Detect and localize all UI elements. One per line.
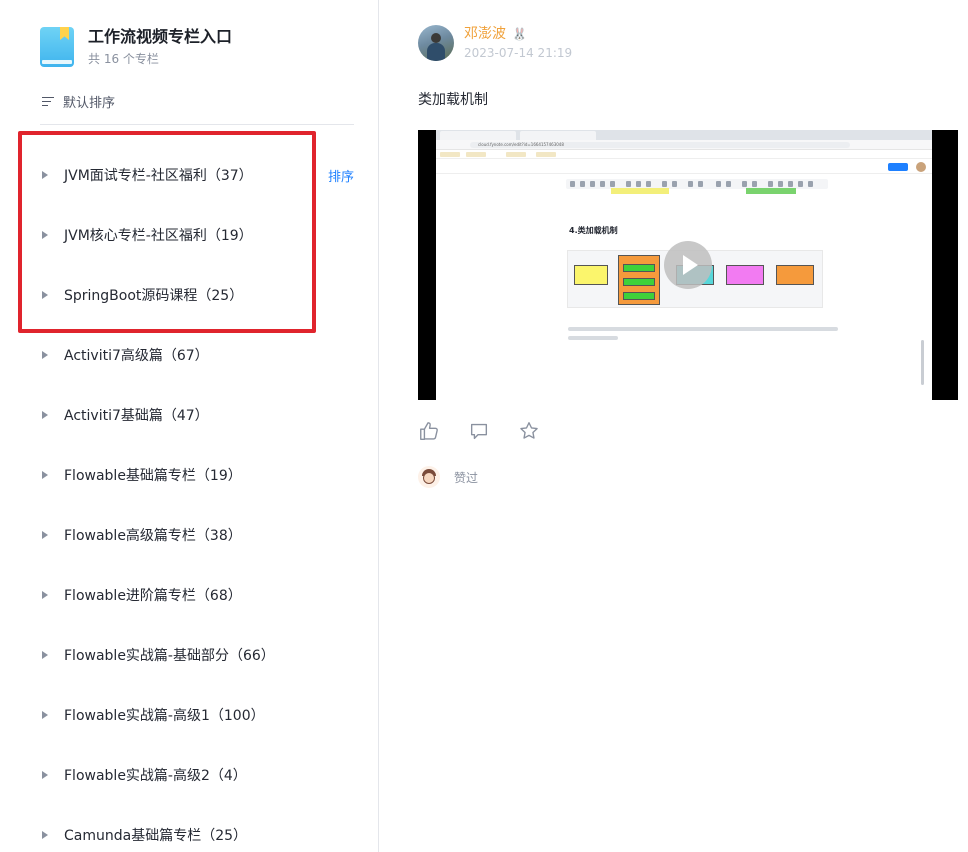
caret-right-icon	[42, 171, 48, 179]
video-url: cloud.fynote.com/edit?id=1664157463048	[470, 142, 850, 148]
series-item-label: Flowable实战篇-高级1（100）	[64, 708, 265, 724]
caret-right-icon	[42, 231, 48, 239]
series-item[interactable]: Camunda基础篇专栏（25）	[0, 805, 379, 852]
book-icon	[40, 27, 76, 67]
author-row: 邓澎波 🐰 2023-07-14 21:19	[418, 24, 958, 62]
divider	[40, 124, 354, 125]
comment-icon[interactable]	[468, 420, 490, 442]
series-item-label: SpringBoot源码课程（25）	[64, 288, 244, 304]
series-list: JVM面试专栏-社区福利（37） JVM核心专栏-社区福利（19） Spring…	[0, 145, 379, 852]
sort-label: 默认排序	[63, 96, 116, 111]
series-item[interactable]: JVM面试专栏-社区福利（37）	[0, 145, 379, 205]
series-item[interactable]: Activiti7高级篇（67）	[0, 325, 379, 385]
caret-right-icon	[42, 591, 48, 599]
video-heading: 4.类加载机制	[569, 226, 618, 235]
collection-count: 共 16 个专栏	[88, 52, 159, 66]
bunny-icon: 🐰	[512, 27, 527, 41]
caret-right-icon	[42, 531, 48, 539]
caret-right-icon	[42, 351, 48, 359]
series-item-label: Flowable进阶篇专栏（68）	[64, 588, 242, 604]
caret-right-icon	[42, 711, 48, 719]
post-actions	[418, 420, 958, 442]
collection-header: 工作流视频专栏入口 共 16 个专栏	[40, 26, 232, 68]
caret-right-icon	[42, 291, 48, 299]
series-item[interactable]: Flowable进阶篇专栏（68）	[0, 565, 379, 625]
caret-right-icon	[42, 471, 48, 479]
author-name[interactable]: 邓澎波	[464, 24, 506, 44]
liked-label: 赞过	[454, 470, 479, 485]
collection-sidebar: 工作流视频专栏入口 共 16 个专栏 默认排序 JVM面试专栏-社区福利（37）…	[0, 0, 379, 852]
video-player[interactable]: cloud.fynote.com/edit?id=1664157463048 4…	[418, 130, 958, 400]
series-item[interactable]: Flowable实战篇-高级2（4）	[0, 745, 379, 805]
series-item-label: Flowable高级篇专栏（38）	[64, 528, 242, 544]
collection-title: 工作流视频专栏入口	[88, 27, 233, 46]
series-item[interactable]: Flowable实战篇-基础部分（66）	[0, 625, 379, 685]
likers-row: 赞过	[418, 466, 958, 488]
sort-icon	[42, 95, 56, 109]
series-item[interactable]: JVM核心专栏-社区福利（19）	[0, 205, 379, 265]
star-icon[interactable]	[518, 420, 540, 442]
post-time: 2023-07-14 21:19	[464, 46, 573, 60]
post: 邓澎波 🐰 2023-07-14 21:19 类加载机制 cloud.fynot…	[418, 24, 958, 488]
series-item-label: Flowable实战篇-基础部分（66）	[64, 648, 275, 664]
series-item[interactable]: Flowable高级篇专栏（38）	[0, 505, 379, 565]
caret-right-icon	[42, 771, 48, 779]
series-item-label: JVM面试专栏-社区福利（37）	[64, 168, 253, 184]
series-item-label: Flowable实战篇-高级2（4）	[64, 768, 247, 784]
caret-right-icon	[42, 411, 48, 419]
series-item-label: JVM核心专栏-社区福利（19）	[64, 228, 253, 244]
series-item[interactable]: Activiti7基础篇（47）	[0, 385, 379, 445]
series-item[interactable]: SpringBoot源码课程（25）	[0, 265, 379, 325]
series-item-label: Activiti7高级篇（67）	[64, 348, 209, 364]
caret-right-icon	[42, 651, 48, 659]
caret-right-icon	[42, 831, 48, 839]
default-sort-button[interactable]: 默认排序	[42, 92, 115, 111]
series-item[interactable]: Flowable基础篇专栏（19）	[0, 445, 379, 505]
avatar[interactable]	[418, 25, 454, 61]
series-item-label: Activiti7基础篇（47）	[64, 408, 209, 424]
series-item-label: Flowable基础篇专栏（19）	[64, 468, 242, 484]
series-item[interactable]: Flowable实战篇-高级1（100）	[0, 685, 379, 745]
post-text: 类加载机制	[418, 92, 488, 108]
play-icon[interactable]	[664, 241, 712, 289]
liker-avatar[interactable]	[418, 466, 440, 488]
like-icon[interactable]	[418, 420, 440, 442]
sort-link[interactable]: 排序	[328, 166, 354, 185]
series-item-label: Camunda基础篇专栏（25）	[64, 828, 248, 844]
